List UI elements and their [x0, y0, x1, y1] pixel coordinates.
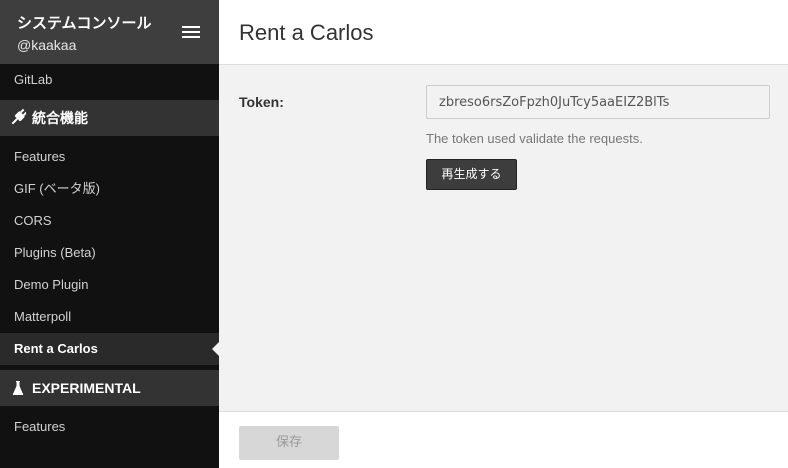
sidebar: システムコンソール @kaakaa GitLab 統合機能 Features G… [0, 0, 219, 468]
hamburger-icon[interactable] [182, 26, 200, 38]
main-panel: Rent a Carlos Token: The token used vali… [219, 0, 788, 468]
sidebar-item-gif[interactable]: GIF (ベータ版) [0, 173, 219, 205]
section-title: EXPERIMENTAL [32, 380, 141, 396]
save-button[interactable]: 保存 [239, 426, 339, 460]
sidebar-item-experimental-features[interactable]: Features [0, 411, 219, 443]
sidebar-item-demo-plugin[interactable]: Demo Plugin [0, 269, 219, 301]
sidebar-item-plugins[interactable]: Plugins (Beta) [0, 237, 219, 269]
page-title: Rent a Carlos [239, 20, 374, 45]
sidebar-item-cors[interactable]: CORS [0, 205, 219, 237]
flask-icon [12, 381, 24, 395]
sidebar-item-rent-a-carlos[interactable]: Rent a Carlos [0, 333, 219, 365]
username: @kaakaa [17, 37, 77, 53]
regenerate-button[interactable]: 再生成する [426, 159, 517, 190]
footer-bar: 保存 [219, 411, 788, 468]
token-label: Token: [239, 94, 284, 110]
section-integrations: 統合機能 [0, 100, 219, 136]
token-help-text: The token used validate the requests. [426, 131, 643, 146]
token-field[interactable] [426, 85, 770, 119]
sidebar-item-features[interactable]: Features [0, 141, 219, 173]
page-header: Rent a Carlos [219, 0, 788, 65]
section-experimental: EXPERIMENTAL [0, 370, 219, 406]
sidebar-item-gitlab[interactable]: GitLab [0, 64, 219, 96]
section-title: 統合機能 [32, 110, 88, 126]
plug-icon [11, 108, 26, 125]
sidebar-header: システムコンソール @kaakaa [0, 0, 219, 64]
sidebar-item-matterpoll[interactable]: Matterpoll [0, 301, 219, 333]
